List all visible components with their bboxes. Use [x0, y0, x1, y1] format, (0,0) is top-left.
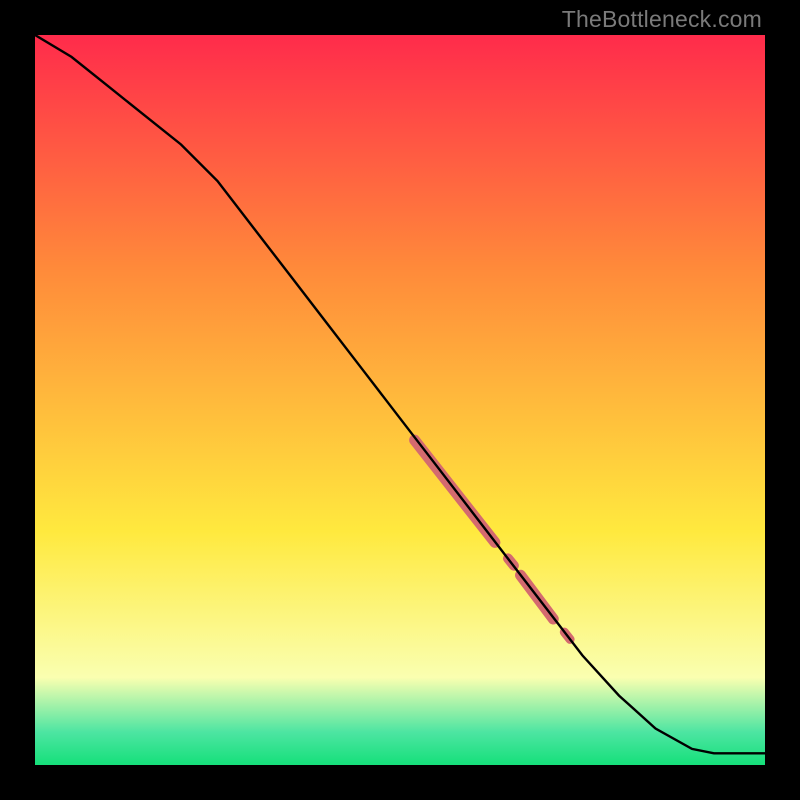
- chart-frame: TheBottleneck.com: [0, 0, 800, 800]
- watermark-text: TheBottleneck.com: [562, 6, 762, 33]
- main-curve: [35, 35, 765, 753]
- chart-lines: [35, 35, 765, 765]
- plot-area: [35, 35, 765, 765]
